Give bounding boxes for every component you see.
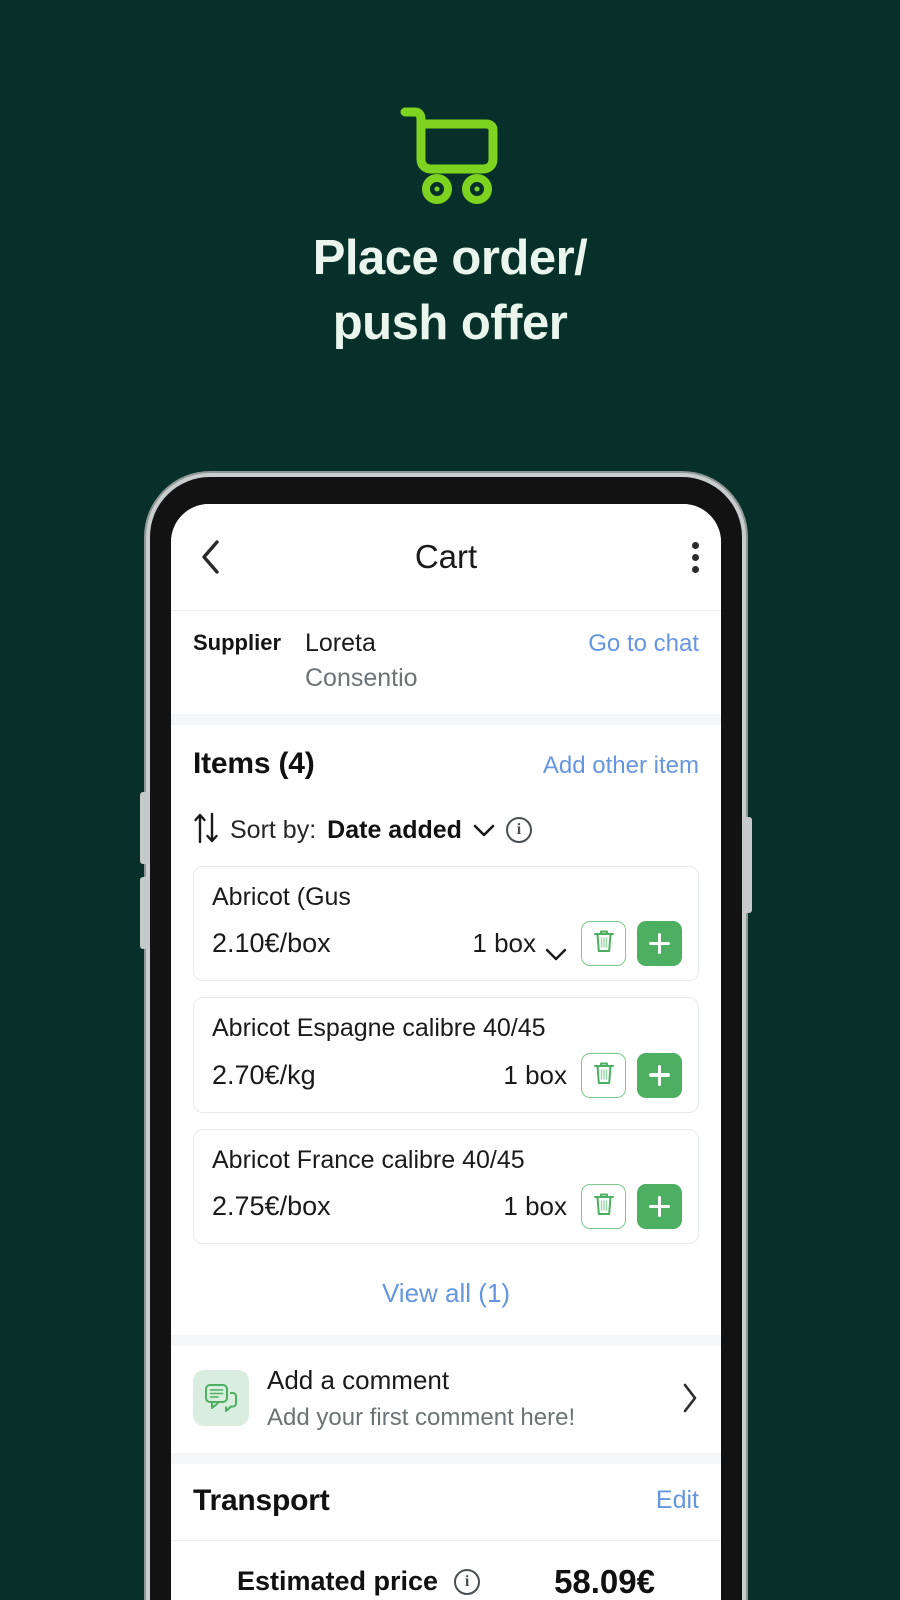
estimated-price-value: 58.09€: [554, 1562, 655, 1600]
comment-title: Add a comment: [267, 1365, 450, 1395]
item-quantity-value: 1 box: [503, 1059, 567, 1090]
supplier-info: Loreta Consentio: [305, 627, 588, 696]
power-button[interactable]: [742, 817, 752, 913]
item-actions: [581, 1184, 682, 1229]
item-actions: [581, 921, 682, 966]
item-quantity-selector[interactable]: 1 box: [503, 1060, 567, 1091]
sort-arrows-icon: [193, 811, 219, 850]
estimated-price-row: Estimated price i 58.09€: [215, 1563, 677, 1600]
item-name: Abricot Espagne calibre 40/45: [212, 1014, 546, 1042]
view-all-link[interactable]: View all (1): [382, 1278, 510, 1308]
item-quantity-value: 1 box: [503, 1191, 567, 1221]
comment-subtitle: Add your first comment here!: [267, 1403, 576, 1431]
items-title: Items (4): [193, 746, 315, 780]
go-to-chat-link[interactable]: Go to chat: [588, 627, 699, 658]
checkout-footer: Estimated price i 58.09€ Send order: [171, 1540, 721, 1600]
view-all-row: View all (1): [193, 1260, 699, 1335]
price-info-icon[interactable]: i: [454, 1568, 481, 1595]
item-price: 2.75€/box: [212, 1191, 331, 1221]
item-detail-row: 2.70€/kg 1 box: [212, 1052, 682, 1098]
sort-info-icon[interactable]: i: [505, 817, 532, 843]
section-separator-1: [171, 713, 721, 725]
shopping-cart-icon: [0, 104, 900, 204]
transport-edit-link[interactable]: Edit: [656, 1486, 699, 1515]
sort-row[interactable]: Sort by: Date added i: [193, 785, 699, 866]
chevron-down-icon[interactable]: [545, 937, 567, 961]
item-actions: [581, 1052, 682, 1098]
item-quantity-selector[interactable]: 1 box: [503, 1191, 567, 1222]
kebab-menu-icon[interactable]: [692, 541, 699, 573]
item-detail-row: 2.10€/box 1 box: [212, 921, 682, 966]
plus-icon: [649, 1196, 670, 1217]
delete-item-button[interactable]: [581, 1052, 626, 1098]
section-separator-3: [171, 1452, 721, 1464]
items-section: Items (4) Add other item Sort by: Date a…: [171, 724, 721, 1335]
comment-texts: Add a comment Add your first comment her…: [267, 1364, 663, 1433]
phone-screen: Cart Supplier Loreta Consentio Go to cha…: [171, 504, 721, 1600]
hero-title: Place order/ push offer: [0, 226, 900, 355]
transport-title: Transport: [193, 1483, 330, 1517]
supplier-name: Loreta: [305, 629, 376, 657]
trash-icon: [592, 928, 616, 959]
supplier-row: Supplier Loreta Consentio Go to chat: [171, 611, 721, 714]
estimated-price-label: Estimated price: [236, 1566, 439, 1597]
page-title: Cart: [414, 538, 478, 575]
volume-down-button[interactable]: [140, 877, 150, 949]
cart-item-card[interactable]: Abricot France calibre 40/45 2.75€/box 1…: [193, 1128, 699, 1244]
item-name: Abricot France calibre 40/45: [212, 1145, 525, 1174]
item-price: 2.70€/kg: [212, 1059, 316, 1090]
plus-icon: [649, 1064, 670, 1086]
section-separator-2: [171, 1335, 721, 1346]
supplier-label: Supplier: [193, 630, 282, 655]
hero-title-line-2: push offer: [332, 295, 568, 350]
sort-by-value[interactable]: Date added: [327, 816, 462, 845]
add-comment-row[interactable]: Add a comment Add your first comment her…: [171, 1346, 721, 1453]
transport-row: Transport Edit: [171, 1463, 721, 1540]
item-quantity-value: 1 box: [472, 928, 536, 958]
delete-item-button[interactable]: [581, 1184, 626, 1229]
trash-icon: [592, 1191, 616, 1222]
add-item-button[interactable]: [637, 921, 682, 966]
item-quantity-selector[interactable]: 1 box: [472, 928, 567, 961]
item-price: 2.10€/box: [212, 928, 331, 958]
add-item-button[interactable]: [637, 1184, 682, 1229]
items-header: Items (4) Add other item: [193, 725, 699, 785]
add-item-button[interactable]: [637, 1052, 682, 1098]
volume-up-button[interactable]: [140, 792, 150, 864]
delete-item-button[interactable]: [581, 921, 626, 966]
add-other-item-link[interactable]: Add other item: [543, 752, 699, 780]
hero-title-line-1: Place order/: [312, 231, 588, 285]
screenshot-stage: Place order/ push offer Cart Supplier Lo…: [0, 0, 900, 1600]
item-name: Abricot (Gus: [212, 882, 351, 911]
cart-item-card[interactable]: Abricot Espagne calibre 40/45 2.70€/kg 1…: [193, 997, 699, 1113]
supplier-company: Consentio: [305, 664, 418, 692]
hero-section: Place order/ push offer: [0, 0, 900, 355]
chevron-down-icon[interactable]: [473, 824, 495, 837]
sort-by-label: Sort by:: [230, 815, 317, 844]
plus-icon: [649, 933, 670, 954]
chevron-right-icon[interactable]: [681, 1382, 699, 1414]
app-bar: Cart: [171, 504, 721, 610]
cart-item-card[interactable]: Abricot (Gus 2.10€/box 1 box: [193, 865, 699, 981]
chat-bubbles-icon: [193, 1370, 249, 1427]
chevron-left-icon[interactable]: [193, 540, 227, 574]
item-detail-row: 2.75€/box 1 box: [212, 1184, 682, 1229]
trash-icon: [592, 1060, 616, 1091]
phone-mockup: Cart Supplier Loreta Consentio Go to cha…: [140, 477, 752, 1600]
